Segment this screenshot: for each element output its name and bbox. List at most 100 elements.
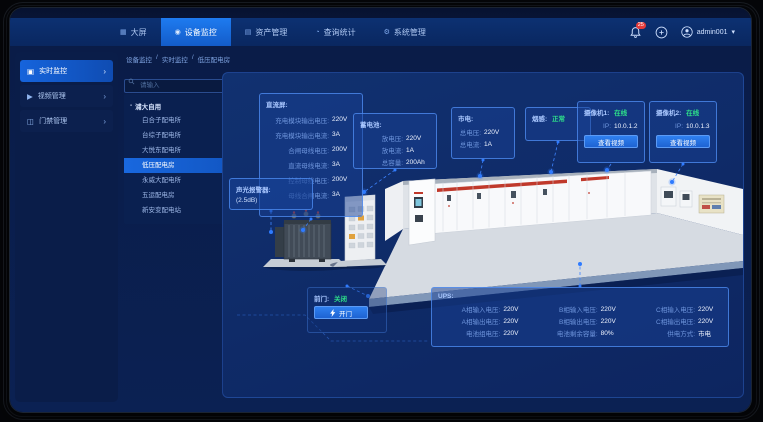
breadcrumb-separator: /: [192, 54, 194, 64]
field-value: 1A: [484, 141, 508, 148]
nav-label: 大屏: [131, 27, 147, 38]
tree-item[interactable]: 新安变配电站: [124, 203, 228, 218]
device-mockup: ▦ 大屏 ◉ 设备监控 ▤ 资产管理 ◔ 查询统计 ⚙ 系统管理: [0, 0, 763, 422]
front-door-card: 前门: 关闭 开门: [307, 287, 387, 333]
monitor-icon: ◉: [175, 28, 181, 36]
sidebar-item-video[interactable]: ▶ 视频管理 ›: [20, 85, 113, 107]
view-video-button[interactable]: 查看视频: [656, 135, 710, 148]
sidebar-item-access[interactable]: ◫ 门禁管理 ›: [20, 110, 113, 132]
search-icon: [128, 78, 135, 85]
field-value: 220V: [503, 306, 527, 313]
field-label: 放电流:: [360, 145, 403, 155]
ups-title: UPS:: [438, 293, 722, 300]
breadcrumb: 设备监控 / 实时监控 / 低压配电房: [126, 54, 230, 64]
tree-expander-icon: -: [130, 102, 132, 109]
tree-item[interactable]: 五运配电房: [124, 188, 228, 203]
nav-label: 查询统计: [324, 27, 356, 38]
tree-item[interactable]: 白合子配电所: [124, 113, 228, 128]
chevron-right-icon: ›: [103, 92, 106, 101]
field-value: 3A: [332, 191, 356, 198]
field-label: 总容量:: [360, 157, 403, 167]
camera1-title: 摄像机1: 在线: [584, 107, 638, 117]
sidebar-item-label: 实时监控: [39, 66, 67, 76]
field-value: 220V: [601, 318, 625, 325]
nav-item-bigscreen[interactable]: ▦ 大屏: [106, 18, 161, 46]
field-label: 充电模块输出电压:: [266, 115, 329, 125]
field-value: 200Ah: [406, 159, 430, 166]
camera2-card: 摄像机2: 在线 IP:10.0.1.3 查看视频: [649, 101, 717, 163]
mains-title: 市电:: [458, 113, 508, 123]
ups-grid: A相输入电压:220V B相输入电压:220V C相输入电压:220V A相输出…: [438, 303, 722, 339]
nav-item-assets[interactable]: ▤ 资产管理: [231, 18, 302, 46]
sidebar-item-label: 门禁管理: [39, 116, 67, 126]
ip-value: 10.0.1.2: [614, 123, 638, 130]
open-door-label: 开门: [339, 308, 352, 318]
open-door-button[interactable]: 开门: [314, 306, 368, 319]
dashboard-window: ▦ 大屏 ◉ 设备监控 ▤ 资产管理 ◔ 查询统计 ⚙ 系统管理: [10, 8, 751, 412]
tree-item[interactable]: 台综子配电所: [124, 128, 228, 143]
tree-item[interactable]: 大悦东配电所: [124, 143, 228, 158]
camera1-status: 在线: [614, 110, 627, 117]
door-title: 前门: 关闭: [314, 293, 380, 303]
room-monitor-panel: 直流屏: 充电模块输出电压: 220V 充电模块输出电流: 3A 合闸母线电压: 20…: [222, 72, 744, 398]
camera2-label: 摄像机2:: [656, 110, 681, 117]
chevron-right-icon: ›: [103, 117, 106, 126]
navbar-right: 25 admin001 ▾: [629, 18, 735, 46]
breadcrumb-item[interactable]: 设备监控: [126, 54, 152, 64]
asset-icon: ▤: [245, 28, 252, 36]
nav-label: 设备监控: [185, 27, 217, 38]
field-label: A相输入电压:: [438, 304, 500, 314]
ip-label: IP:: [656, 123, 683, 130]
field-label: 电池组电压:: [438, 328, 500, 338]
tree-item-selected[interactable]: 低压配电房: [124, 158, 228, 173]
nav-item-device-monitor[interactable]: ◉ 设备监控: [161, 18, 231, 46]
field-label: C相输出电压:: [633, 316, 695, 326]
field-label: 总电流:: [458, 139, 481, 149]
breadcrumb-item: 低压配电房: [198, 54, 231, 64]
nav-item-system[interactable]: ⚙ 系统管理: [370, 18, 440, 46]
search-input[interactable]: [124, 79, 228, 93]
view-video-button[interactable]: 查看视频: [584, 135, 638, 148]
field-label: 电池剩余容量:: [535, 328, 597, 338]
field-label: 充电模块输出电流:: [266, 130, 329, 140]
tree-root-node[interactable]: - 浦大自用: [124, 98, 228, 113]
door-label: 前门:: [314, 296, 329, 303]
video-icon: ▶: [27, 92, 33, 101]
camera1-card: 摄像机1: 在线 IP:10.0.1.2 查看视频: [577, 101, 645, 163]
primary-sidebar: ▣ 实时监控 › ▶ 视频管理 › ◫ 门禁管理 ›: [15, 52, 118, 402]
field-label: 合闸母线电压:: [266, 145, 329, 155]
field-value: 220V: [698, 306, 722, 313]
ups-card: UPS: A相输入电压:220V B相输入电压:220V C相输入电压:220V…: [431, 287, 729, 347]
field-label: A相输出电压:: [438, 316, 500, 326]
sidebar-item-realtime[interactable]: ▣ 实时监控 ›: [20, 60, 113, 82]
breadcrumb-separator: /: [156, 54, 158, 64]
top-navbar: ▦ 大屏 ◉ 设备监控 ▤ 资产管理 ◔ 查询统计 ⚙ 系统管理: [10, 18, 751, 46]
field-value: 220V: [503, 318, 527, 325]
nav-label: 资产管理: [255, 27, 287, 38]
battery-title: 蓄电池:: [360, 119, 430, 129]
bolt-icon: [330, 309, 336, 317]
fullscreen-icon[interactable]: [655, 26, 668, 39]
user-menu[interactable]: admin001 ▾: [681, 26, 735, 38]
field-label: C相输入电压:: [633, 304, 695, 314]
system-icon: ⚙: [384, 28, 390, 36]
field-value: 220V: [406, 135, 430, 142]
field-label: B相输出电压:: [535, 316, 597, 326]
alarm-title: 声光报警器:: [236, 184, 306, 194]
tree-item[interactable]: 永威大配电所: [124, 173, 228, 188]
breadcrumb-item[interactable]: 实时监控: [162, 54, 188, 64]
dc-screen-title: 直流屏:: [266, 99, 356, 109]
door-icon: ◫: [27, 117, 34, 126]
field-value: 220V: [484, 129, 508, 136]
chevron-right-icon: ›: [103, 67, 106, 76]
tree-search: [124, 74, 228, 88]
camera2-title: 摄像机2: 在线: [656, 107, 710, 117]
bell-icon[interactable]: 25: [629, 26, 642, 39]
smoke-status: 正常: [552, 116, 565, 123]
username: admin001: [697, 29, 728, 36]
field-value: 80%: [601, 330, 625, 337]
stats-icon: ◔: [315, 29, 319, 36]
tree-root-label: 浦大自用: [135, 101, 161, 111]
nav-item-statistics[interactable]: ◔ 查询统计: [301, 18, 369, 46]
battery-card: 蓄电池: 放电压:220V 放电流:1A 总容量:200Ah: [353, 113, 437, 169]
